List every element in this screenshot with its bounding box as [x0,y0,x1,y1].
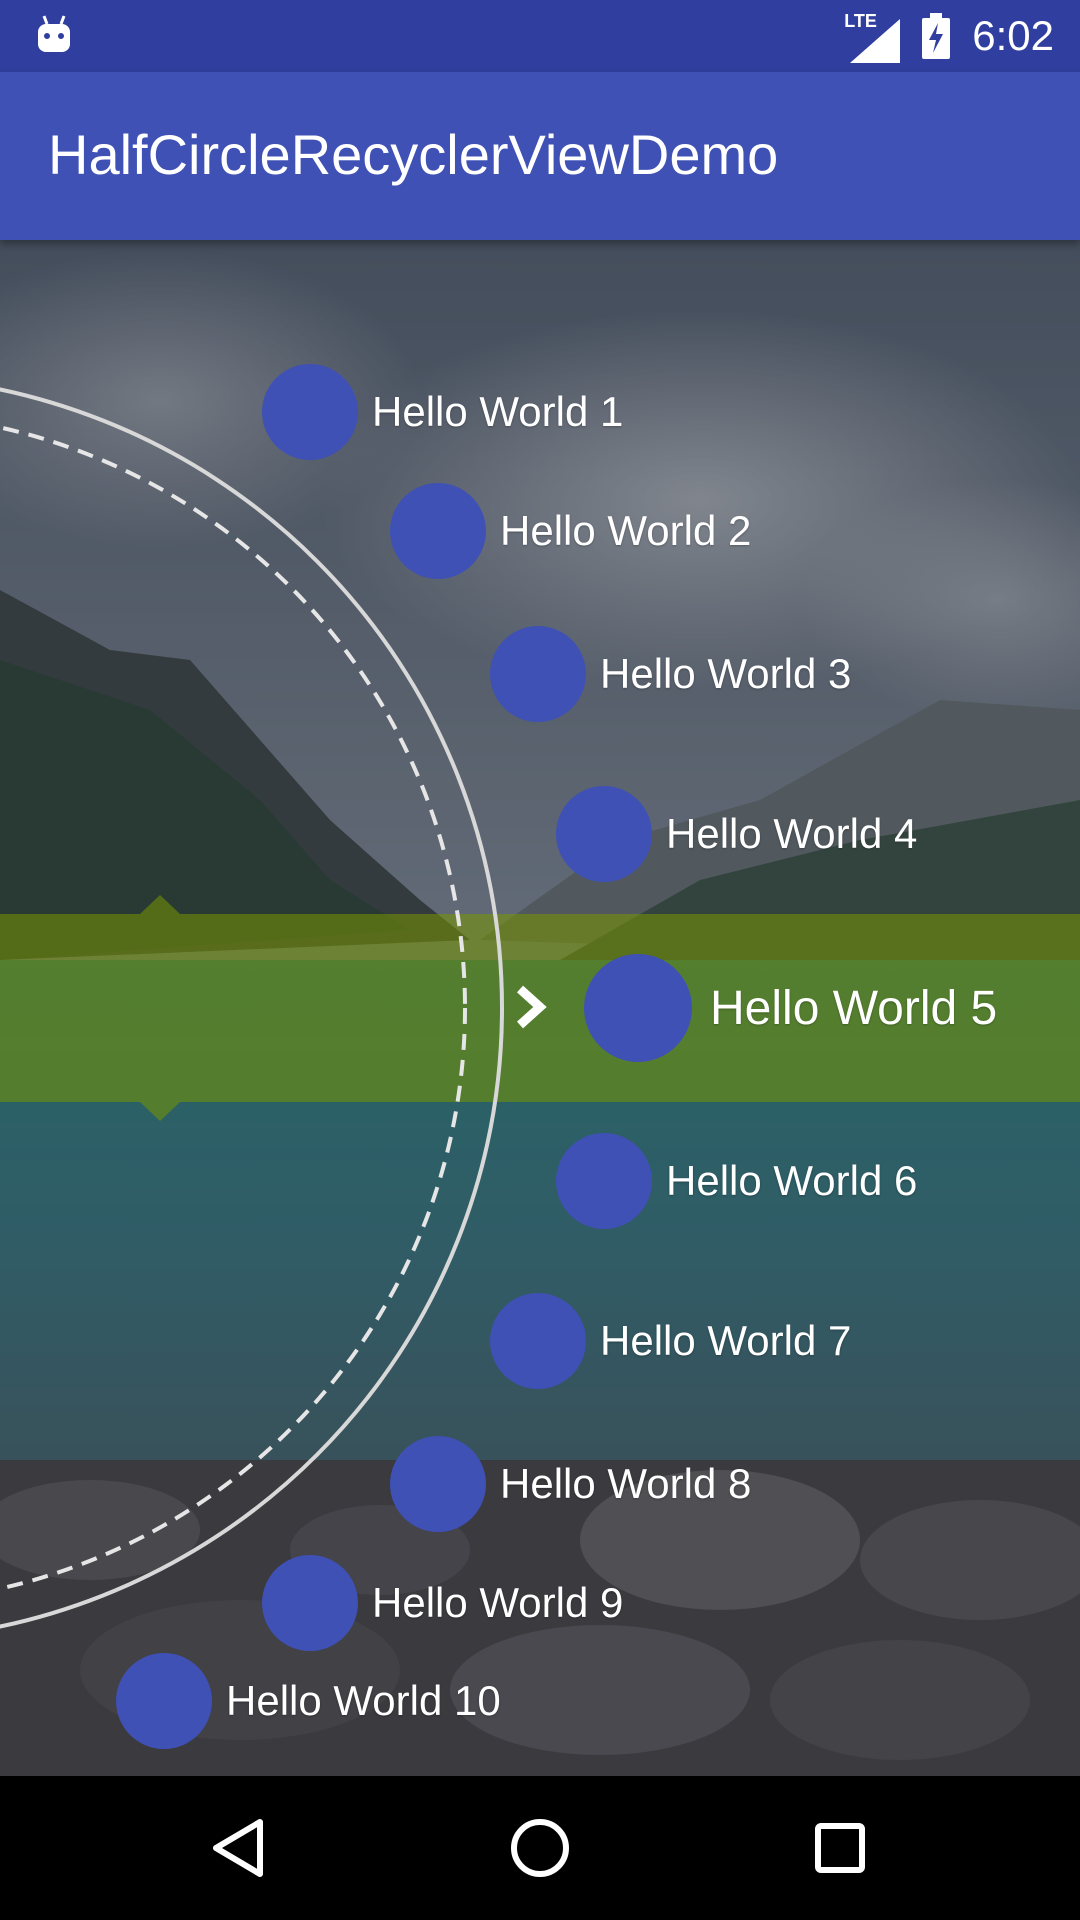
item-circle-icon [262,364,358,460]
android-debug-icon [38,15,70,52]
home-icon[interactable] [504,1812,576,1884]
recents-icon[interactable] [804,1812,876,1884]
list-item[interactable]: Hello World 2 [390,483,751,579]
status-time: 6:02 [972,12,1054,59]
item-circle-icon [490,1293,586,1389]
chevron-right-icon [516,985,547,1029]
back-icon[interactable] [204,1812,276,1884]
list-item[interactable]: Hello World 5 [584,954,997,1062]
item-label: Hello World 10 [226,1677,501,1724]
item-label: Hello World 5 [710,981,998,1035]
list-item[interactable]: Hello World 4 [556,786,917,882]
item-circle-icon [390,483,486,579]
list-item[interactable]: Hello World 6 [556,1133,917,1229]
app-title: HalfCircleRecyclerViewDemo [48,123,779,186]
item-label: Hello World 4 [666,810,918,857]
item-label: Hello World 1 [372,388,624,435]
app-bar: HalfCircleRecyclerViewDemo [0,72,1080,240]
list-item[interactable]: Hello World 10 [116,1653,501,1749]
item-label: Hello World 7 [600,1317,852,1364]
item-circle-icon [116,1653,212,1749]
navigation-bar [0,1776,1080,1920]
item-label: Hello World 8 [500,1460,752,1507]
item-label: Hello World 9 [372,1579,624,1626]
item-circle-icon [490,626,586,722]
item-label: Hello World 3 [600,650,852,697]
status-bar: LTE 6:02 [0,0,1080,72]
item-circle-icon [390,1436,486,1532]
item-circle-icon [262,1555,358,1651]
item-circle-icon [584,954,692,1062]
half-circle-list-view[interactable]: Hello World 1 Hello World 2 Hello World 3 H… [0,240,1080,1776]
item-label: Hello World 6 [666,1157,918,1204]
list-item[interactable]: Hello World 1 [262,364,623,460]
item-circle-icon [556,786,652,882]
list-item[interactable]: Hello World 3 [490,626,851,722]
list-item[interactable]: Hello World 8 [390,1436,751,1532]
list-item[interactable]: Hello World 7 [490,1293,851,1389]
list-item[interactable]: Hello World 9 [262,1555,623,1651]
item-circle-icon [556,1133,652,1229]
battery-charging-icon [922,13,951,59]
item-label: Hello World 2 [500,507,752,554]
signal-icon: LTE [844,11,901,63]
